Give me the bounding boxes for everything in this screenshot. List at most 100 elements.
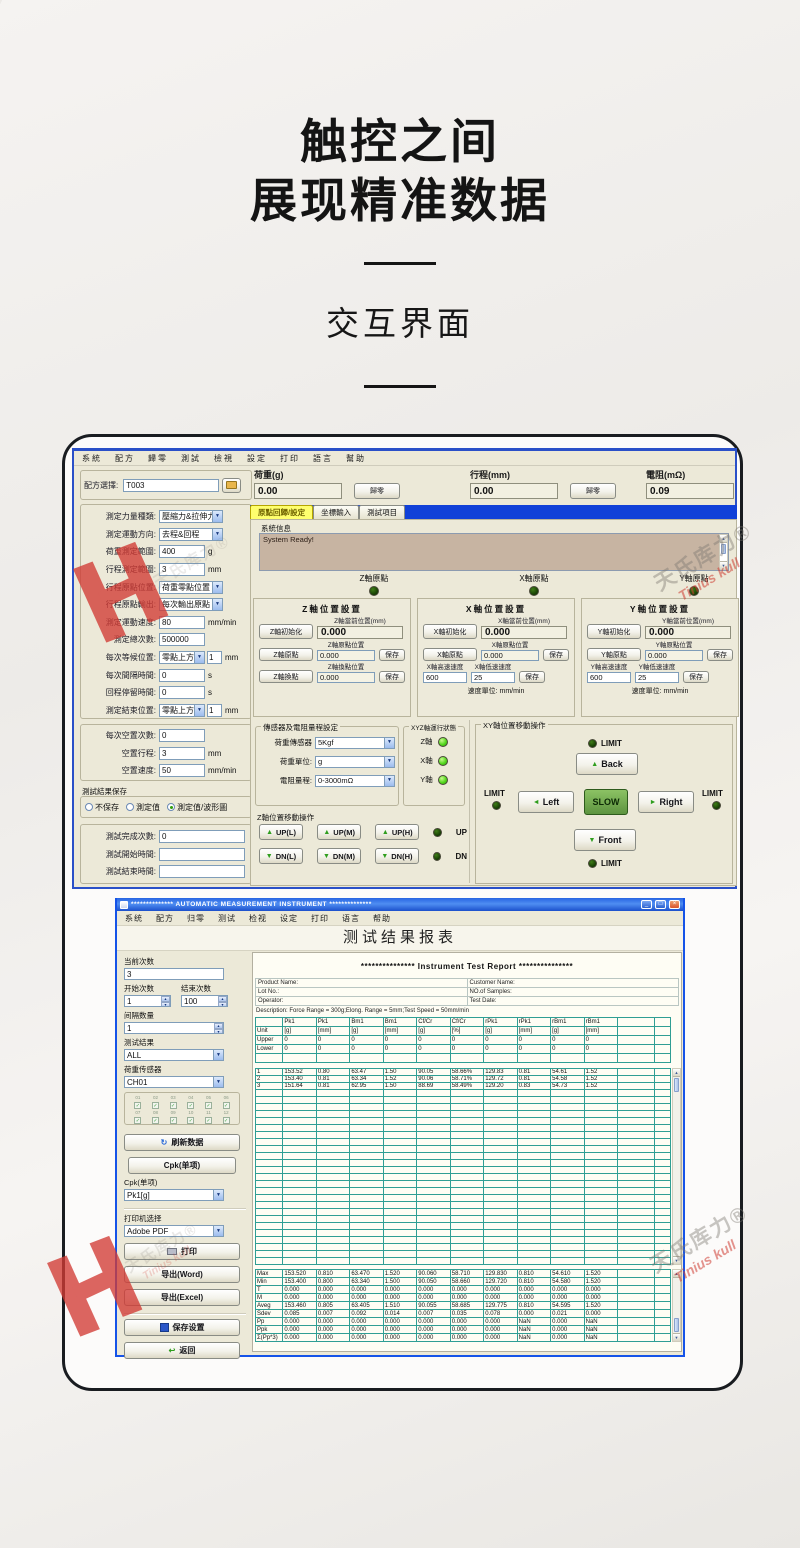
result-filter-select[interactable]: ALL▼ bbox=[124, 1049, 224, 1061]
axis-origin-button[interactable]: Z軸原點 bbox=[259, 648, 313, 661]
param-select[interactable]: 零點上方▼ bbox=[159, 651, 205, 664]
channel-checkbox[interactable]: 03✓ bbox=[164, 1095, 182, 1109]
menu-item[interactable]: 检视 bbox=[249, 913, 267, 924]
chevron-down-icon[interactable]: ▼ bbox=[213, 1077, 223, 1087]
save-settings-button[interactable]: 保存设置 bbox=[124, 1319, 240, 1336]
scroll-down-icon[interactable]: ▼ bbox=[720, 561, 727, 569]
scroll-thumb[interactable] bbox=[674, 1318, 679, 1332]
menu-item[interactable]: 语言 bbox=[342, 913, 360, 924]
channel-checkbox[interactable]: 08✓ bbox=[147, 1110, 165, 1124]
tab-2[interactable]: 坐標輸入 bbox=[313, 505, 359, 519]
axis-init-button[interactable]: Z軸初始化 bbox=[259, 624, 313, 639]
channel-checkbox[interactable]: 01✓ bbox=[129, 1095, 147, 1109]
axis-origin-button[interactable]: X軸原點 bbox=[423, 648, 477, 661]
axis-init-button[interactable]: X軸初始化 bbox=[423, 624, 477, 639]
param-input[interactable]: 0 bbox=[159, 686, 205, 699]
sensor-row-select[interactable]: g▼ bbox=[315, 756, 395, 768]
param-input[interactable]: 0 bbox=[159, 669, 205, 682]
minimize-button[interactable]: _ bbox=[641, 900, 652, 909]
param-select[interactable]: 去程&回程▼ bbox=[159, 528, 223, 541]
menu-item[interactable]: 配方 bbox=[156, 913, 174, 924]
refresh-data-button[interactable]: ↻刷新数据 bbox=[124, 1134, 240, 1151]
spinner-icon[interactable]: ▲▼ bbox=[161, 996, 170, 1006]
param-input[interactable]: 400 bbox=[159, 545, 205, 558]
speed-lo-input[interactable]: 25 bbox=[471, 672, 515, 683]
channel-checkbox[interactable]: 04✓ bbox=[182, 1095, 200, 1109]
sensor-row-select[interactable]: 0-3000mΩ▼ bbox=[315, 775, 395, 787]
param-select[interactable]: 每次輸出原點▼ bbox=[159, 598, 223, 611]
chevron-down-icon[interactable]: ▼ bbox=[194, 705, 204, 716]
tab-1[interactable]: 原點回歸/設定 bbox=[250, 505, 313, 519]
scroll-down-icon[interactable]: ▼ bbox=[673, 1333, 680, 1341]
save-button[interactable]: 保存 bbox=[379, 649, 405, 661]
param-input[interactable]: 80 bbox=[159, 616, 205, 629]
chevron-down-icon[interactable]: ▼ bbox=[212, 511, 222, 522]
cpk-select[interactable]: Pk1[g]▼ bbox=[124, 1189, 224, 1201]
param-input[interactable]: 50 bbox=[159, 764, 205, 777]
menu-item[interactable]: 系统 bbox=[125, 913, 143, 924]
chevron-down-icon[interactable]: ▼ bbox=[212, 529, 222, 540]
zmove-button[interactable]: ▲UP(H) bbox=[375, 824, 419, 840]
spinner-icon[interactable]: ▲▼ bbox=[218, 996, 227, 1006]
axis-origin-button[interactable]: Z軸換點 bbox=[259, 670, 313, 683]
channel-checkbox[interactable]: 12✓ bbox=[217, 1110, 235, 1124]
maximize-button[interactable]: □ bbox=[655, 900, 666, 909]
speed-hi-input[interactable]: 600 bbox=[587, 672, 631, 683]
param-input[interactable]: 1 bbox=[207, 651, 222, 664]
menu-item[interactable]: 帮助 bbox=[373, 913, 391, 924]
front-button[interactable]: ▼Front bbox=[574, 829, 636, 851]
menu-item[interactable]: 歸零 bbox=[148, 453, 168, 464]
current-count-input[interactable]: 3 bbox=[124, 968, 224, 980]
radio-option[interactable]: 測定值 bbox=[126, 802, 160, 813]
channel-checkbox[interactable]: 05✓ bbox=[200, 1095, 218, 1109]
param-select[interactable]: 荷重零點位置▼ bbox=[159, 581, 223, 594]
slow-button[interactable]: SLOW bbox=[584, 789, 628, 815]
param-input[interactable]: 3 bbox=[159, 563, 205, 576]
menu-item[interactable]: 幫助 bbox=[346, 453, 366, 464]
scrollbar[interactable]: ▲ ▼ bbox=[719, 534, 728, 570]
radio-icon[interactable] bbox=[167, 803, 175, 811]
chevron-down-icon[interactable]: ▼ bbox=[212, 599, 222, 610]
export-word-button[interactable]: 导出(Word) bbox=[124, 1266, 240, 1283]
print-button[interactable]: 打印 bbox=[124, 1243, 240, 1260]
menu-item[interactable]: 打印 bbox=[311, 913, 329, 924]
param-input[interactable]: 3 bbox=[159, 747, 205, 760]
zmove-button[interactable]: ▼DN(H) bbox=[375, 848, 419, 864]
zero-button[interactable]: 歸零 bbox=[570, 483, 616, 499]
menu-item[interactable]: 设定 bbox=[280, 913, 298, 924]
zmove-button[interactable]: ▼DN(L) bbox=[259, 848, 303, 864]
menu-item[interactable]: 測試 bbox=[181, 453, 201, 464]
channel-checkbox[interactable]: 11✓ bbox=[200, 1110, 218, 1124]
speed-lo-input[interactable]: 25 bbox=[635, 672, 679, 683]
close-button[interactable]: × bbox=[669, 900, 680, 909]
recipe-input[interactable]: T003 bbox=[123, 479, 219, 492]
save-button[interactable]: 保存 bbox=[519, 671, 545, 683]
radio-icon[interactable] bbox=[85, 803, 93, 811]
save-button[interactable]: 保存 bbox=[683, 671, 709, 683]
chevron-down-icon[interactable]: ▼ bbox=[194, 652, 204, 663]
speed-hi-input[interactable]: 600 bbox=[423, 672, 467, 683]
return-button[interactable]: ↩返回 bbox=[124, 1342, 240, 1359]
tab-3[interactable]: 測試項目 bbox=[359, 505, 405, 519]
left-button[interactable]: ◄Left bbox=[518, 791, 574, 813]
scrollbar[interactable]: ▲ ▼ bbox=[672, 1269, 681, 1342]
param-input[interactable]: 0 bbox=[159, 830, 245, 843]
save-button[interactable]: 保存 bbox=[543, 649, 569, 661]
scroll-thumb[interactable] bbox=[721, 544, 726, 554]
scroll-up-icon[interactable]: ▲ bbox=[673, 1270, 680, 1278]
printer-select[interactable]: Adobe PDF▼ bbox=[124, 1225, 224, 1237]
param-input[interactable]: 1 bbox=[207, 704, 222, 717]
scrollbar[interactable]: ▲ ▼ bbox=[672, 1068, 681, 1265]
param-input[interactable] bbox=[159, 848, 245, 861]
scroll-thumb[interactable] bbox=[674, 1078, 679, 1092]
zmove-button[interactable]: ▼DN(M) bbox=[317, 848, 361, 864]
menu-item[interactable]: 檢視 bbox=[214, 453, 234, 464]
param-select[interactable]: 零點上方▼ bbox=[159, 704, 205, 717]
chevron-down-icon[interactable]: ▼ bbox=[384, 757, 394, 767]
menu-item[interactable]: 設定 bbox=[247, 453, 267, 464]
menu-item[interactable]: 打印 bbox=[280, 453, 300, 464]
axis-origin-button[interactable]: Y軸原點 bbox=[587, 648, 641, 661]
channel-checkbox[interactable]: 07✓ bbox=[129, 1110, 147, 1124]
param-input[interactable]: 0 bbox=[159, 729, 205, 742]
menu-item[interactable]: 测试 bbox=[218, 913, 236, 924]
